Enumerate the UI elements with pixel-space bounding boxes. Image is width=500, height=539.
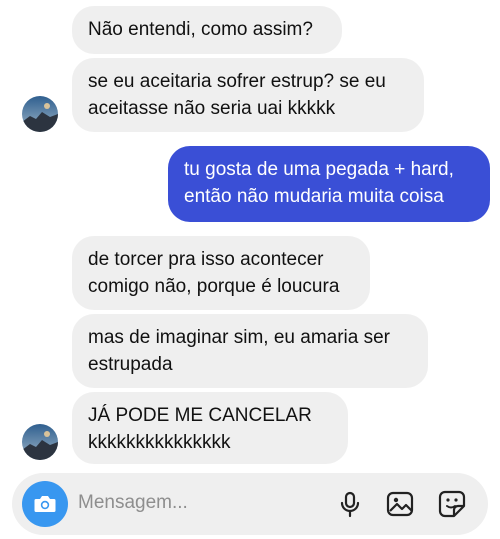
gallery-icon bbox=[386, 491, 414, 517]
microphone-button[interactable] bbox=[334, 488, 366, 520]
camera-button[interactable] bbox=[22, 481, 68, 527]
avatar-image bbox=[22, 424, 58, 460]
sticker-icon bbox=[438, 490, 466, 518]
incoming-message-bubble[interactable]: de torcer pra isso acontecer comigo não,… bbox=[72, 236, 370, 310]
contact-avatar[interactable] bbox=[22, 424, 58, 460]
incoming-message-bubble[interactable]: JÁ PODE ME CANCELAR kkkkkkkkkkkkkkk bbox=[72, 392, 348, 464]
camera-icon bbox=[34, 496, 56, 512]
sticker-button[interactable] bbox=[436, 488, 468, 520]
microphone-icon bbox=[340, 491, 360, 518]
avatar-image bbox=[22, 96, 58, 132]
gallery-button[interactable] bbox=[384, 488, 416, 520]
incoming-message-bubble[interactable]: Não entendi, como assim? bbox=[72, 6, 342, 54]
incoming-message-bubble[interactable]: se eu aceitaria sofrer estrup? se eu ace… bbox=[72, 58, 424, 132]
incoming-message-bubble[interactable]: mas de imaginar sim, eu amaria ser estru… bbox=[72, 314, 428, 388]
outgoing-message-bubble[interactable]: tu gosta de uma pegada + hard, então não… bbox=[168, 146, 490, 222]
message-input[interactable]: Mensagem... bbox=[78, 492, 188, 514]
message-composer: Mensagem... bbox=[12, 473, 488, 535]
contact-avatar[interactable] bbox=[22, 96, 58, 132]
